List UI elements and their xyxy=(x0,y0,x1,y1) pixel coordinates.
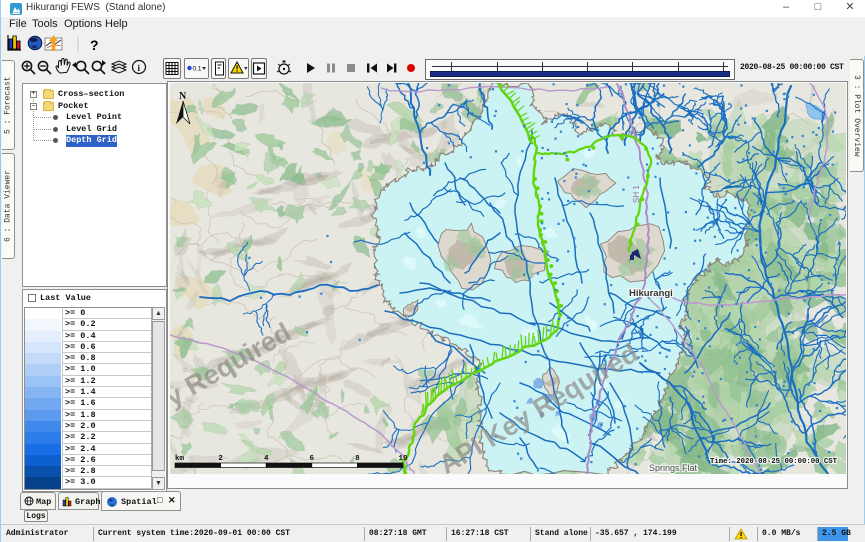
svg-text:?: ? xyxy=(90,37,99,53)
svg-text:6: 6 xyxy=(310,455,315,463)
svg-text:0.1: 0.1 xyxy=(193,66,202,73)
svg-text:SH 1: SH 1 xyxy=(632,185,641,203)
svg-text:i: i xyxy=(138,63,141,73)
svg-text:Hikurangi: Hikurangi xyxy=(629,288,673,299)
svg-text:Time: 2020-08-25 00:00:00 CST: Time: 2020-08-25 00:00:00 CST xyxy=(710,458,838,466)
svg-text:km: km xyxy=(175,455,185,463)
svg-text:4: 4 xyxy=(264,455,269,463)
svg-text:8: 8 xyxy=(355,455,360,463)
svg-text:10: 10 xyxy=(398,455,408,463)
svg-text:Springs Flat: Springs Flat xyxy=(649,463,698,473)
svg-text:N: N xyxy=(179,91,187,102)
svg-text:2: 2 xyxy=(218,455,223,463)
